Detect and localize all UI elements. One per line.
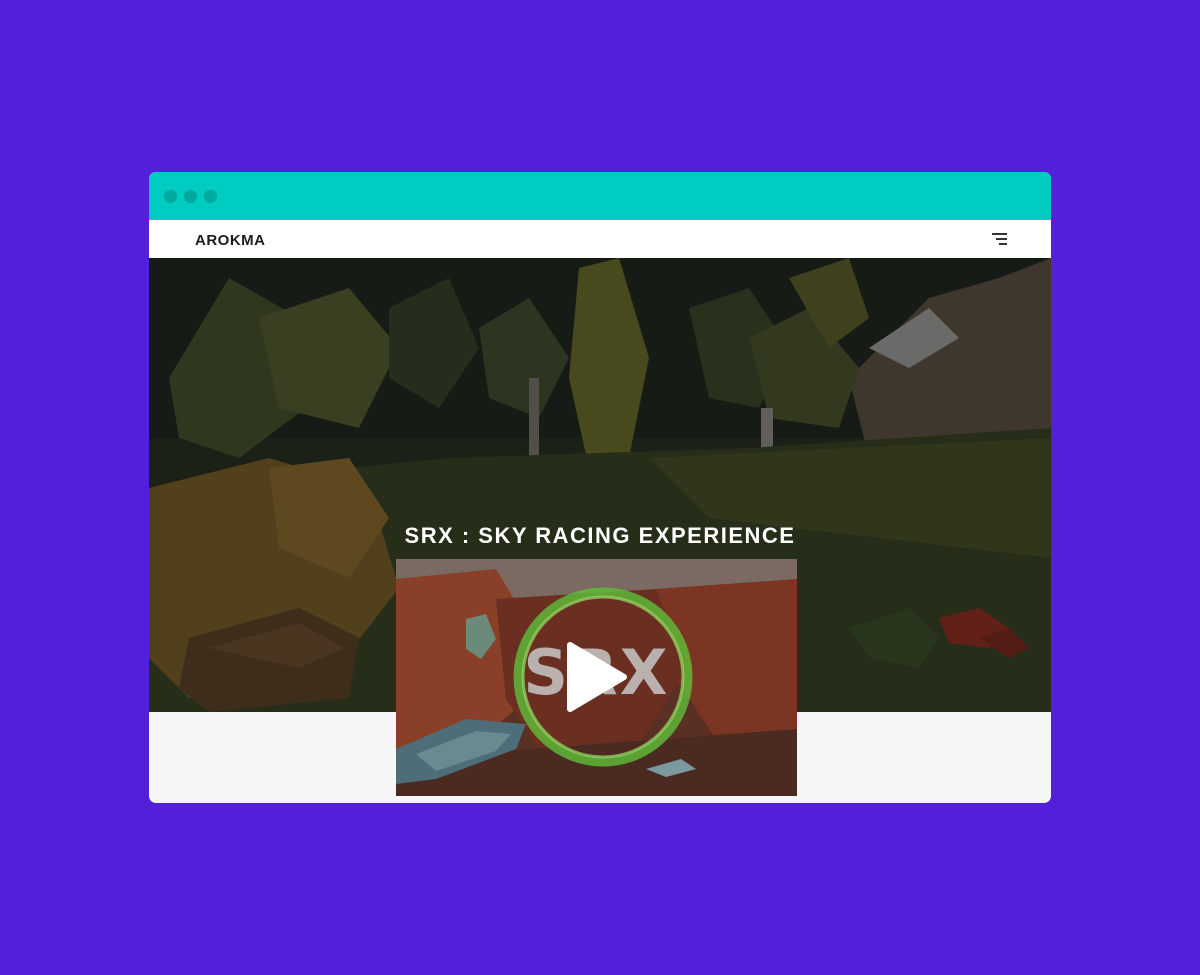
window-control-dot[interactable] [164, 190, 177, 203]
brand-logo[interactable]: AROKMA [195, 232, 266, 249]
browser-titlebar [149, 172, 1051, 220]
page-title: SRX : SKY RACING EXPERIENCE [404, 523, 796, 548]
video-player[interactable]: SRX [396, 559, 797, 796]
window-control-dot[interactable] [204, 190, 217, 203]
window-control-dot[interactable] [184, 190, 197, 203]
play-icon[interactable] [566, 641, 628, 713]
browser-window: AROKMA SRX: SKY RACING EXPERIENCE [149, 172, 1051, 803]
hamburger-menu-icon[interactable] [989, 232, 1009, 246]
site-navbar: AROKMA [149, 220, 1051, 258]
